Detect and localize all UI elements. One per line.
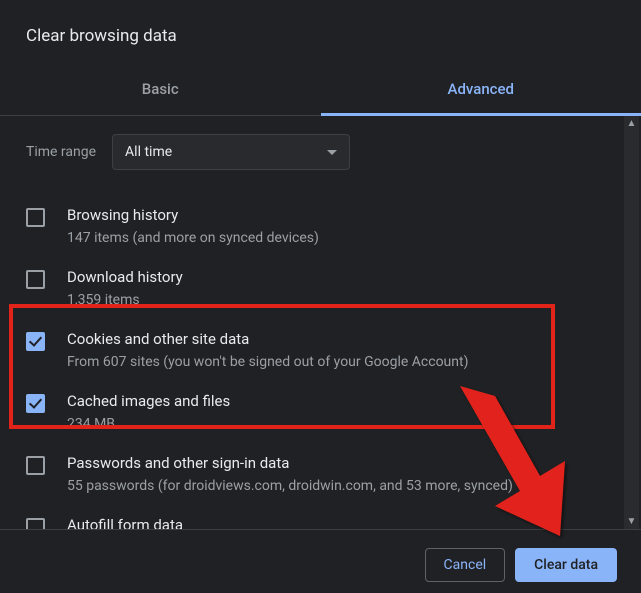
- item-autofill: Autofill form data: [26, 506, 600, 529]
- item-download-history: Download history 1,359 items: [26, 258, 600, 320]
- item-title: Cached images and files: [67, 391, 230, 412]
- checkbox-cookies[interactable]: [26, 332, 45, 351]
- item-passwords: Passwords and other sign-in data 55 pass…: [26, 444, 600, 506]
- clear-browsing-data-dialog: Clear browsing data Basic Advanced Time …: [0, 0, 641, 593]
- time-range-row: Time range All time: [26, 134, 600, 170]
- checkbox-autofill[interactable]: [26, 518, 45, 529]
- item-sub: 1,359 items: [67, 290, 183, 311]
- tab-basic[interactable]: Basic: [0, 66, 321, 115]
- item-title: Browsing history: [67, 205, 319, 226]
- item-sub: 55 passwords (for droidviews.com, droidw…: [67, 476, 513, 497]
- chevron-down-icon: [327, 150, 337, 155]
- time-range-value: All time: [125, 144, 172, 160]
- item-sub: 234 MB: [67, 414, 230, 435]
- clear-data-button[interactable]: Clear data: [515, 548, 617, 582]
- tab-advanced[interactable]: Advanced: [321, 66, 641, 116]
- checkbox-browsing-history[interactable]: [26, 208, 45, 227]
- tab-strip: Basic Advanced: [0, 66, 641, 116]
- item-title: Autofill form data: [67, 515, 183, 529]
- scrollbar-up-icon[interactable]: ▲: [624, 116, 639, 131]
- item-browsing-history: Browsing history 147 items (and more on …: [26, 196, 600, 258]
- dialog-body: Time range All time Browsing history 147…: [0, 116, 641, 530]
- item-sub: 147 items (and more on synced devices): [67, 228, 319, 249]
- item-title: Cookies and other site data: [67, 329, 468, 350]
- cancel-button[interactable]: Cancel: [425, 548, 506, 582]
- scrollbar[interactable]: ▲ ▼: [624, 116, 639, 529]
- checkbox-download-history[interactable]: [26, 270, 45, 289]
- item-sub: From 607 sites (you won't be signed out …: [67, 352, 468, 373]
- item-title: Download history: [67, 267, 183, 288]
- item-cached: Cached images and files 234 MB: [26, 382, 600, 444]
- checkbox-passwords[interactable]: [26, 456, 45, 475]
- scrollbar-down-icon[interactable]: ▼: [624, 514, 639, 529]
- dialog-footer: Cancel Clear data: [0, 530, 641, 582]
- item-title: Passwords and other sign-in data: [67, 453, 513, 474]
- time-range-select[interactable]: All time: [112, 134, 350, 170]
- time-range-label: Time range: [26, 144, 96, 160]
- checkbox-cached[interactable]: [26, 394, 45, 413]
- dialog-title: Clear browsing data: [0, 0, 641, 46]
- item-cookies: Cookies and other site data From 607 sit…: [26, 320, 600, 382]
